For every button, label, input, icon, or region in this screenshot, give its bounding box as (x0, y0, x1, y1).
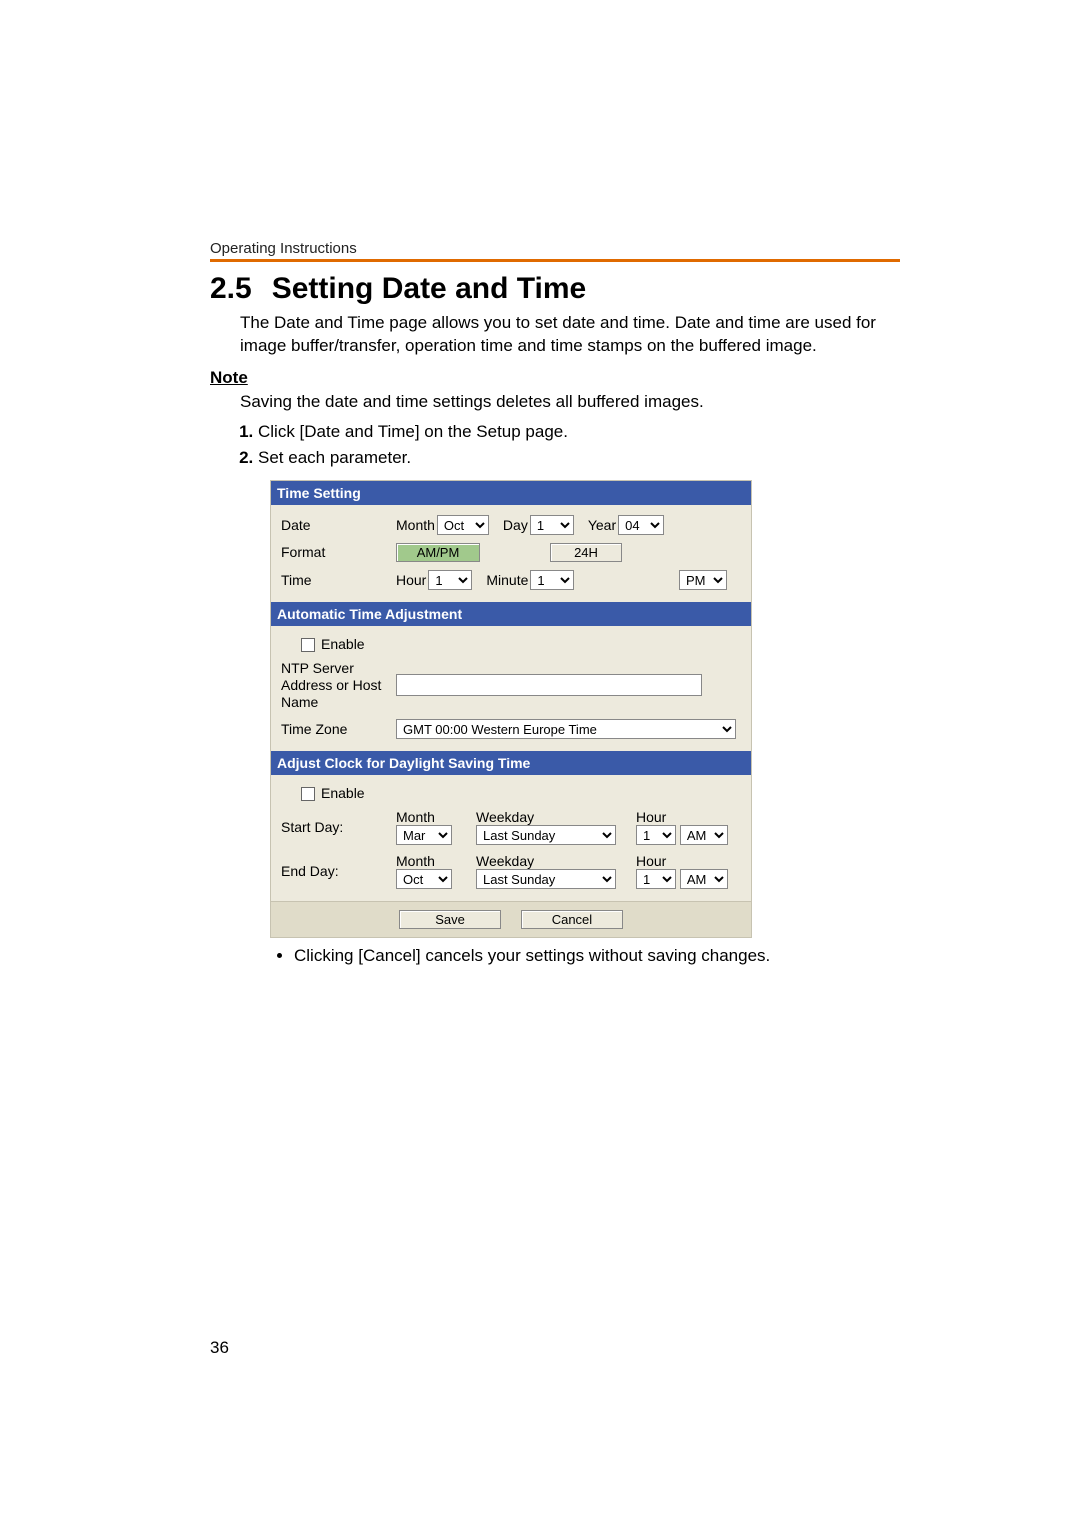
timezone-label: Time Zone (281, 721, 396, 737)
dst-content: Enable Start Day: Month Mar Weekday Last… (271, 775, 751, 901)
hour-label: Hour (396, 572, 426, 588)
time-row: Time Hour 1 Minute 1 PM (281, 566, 741, 594)
format-label: Format (281, 544, 396, 560)
ampm-button[interactable]: AM/PM (396, 543, 480, 562)
end-day-row: End Day: Month Oct Weekday Last Sunday H… (281, 849, 741, 893)
month-label: Month (396, 517, 435, 533)
end-hour-select[interactable]: 1 (636, 869, 676, 889)
ntp-input[interactable] (396, 674, 702, 696)
dialog-footer: Save Cancel (271, 901, 751, 937)
auto-time-header: Automatic Time Adjustment (271, 602, 751, 626)
timezone-select[interactable]: GMT 00:00 Western Europe Time (396, 719, 736, 739)
end-hour-header: Hour (636, 853, 756, 869)
save-button[interactable]: Save (399, 910, 501, 929)
step-1: Click [Date and Time] on the Setup page. (258, 422, 900, 442)
start-day-label: Start Day: (281, 819, 396, 835)
dst-enable-label: Enable (321, 785, 365, 801)
page: Operating Instructions 2.5 Setting Date a… (0, 0, 1080, 1528)
auto-enable-checkbox[interactable] (301, 638, 315, 652)
post-notes: Clicking [Cancel] cancels your settings … (282, 946, 900, 966)
dst-enable-row: Enable (281, 781, 741, 805)
end-month-header: Month (396, 853, 466, 869)
end-weekday-select[interactable]: Last Sunday (476, 869, 616, 889)
page-number: 36 (210, 1338, 229, 1358)
step-2: Set each parameter. (258, 448, 900, 468)
section-title-text: Setting Date and Time (272, 272, 587, 305)
ampm-select[interactable]: PM (679, 570, 727, 590)
month-select[interactable]: Oct (437, 515, 489, 535)
hour-select[interactable]: 1 (428, 570, 472, 590)
start-ampm-select[interactable]: AM (680, 825, 728, 845)
intro-paragraph: The Date and Time page allows you to set… (240, 312, 900, 358)
start-weekday-select[interactable]: Last Sunday (476, 825, 616, 845)
minute-select[interactable]: 1 (530, 570, 574, 590)
steps-list: Click [Date and Time] on the Setup page.… (240, 422, 900, 468)
dst-enable-field: Enable (281, 785, 416, 801)
year-label: Year (588, 517, 616, 533)
ntp-row: NTP Server Address or Host Name (281, 656, 741, 714)
time-setting-header: Time Setting (271, 481, 751, 505)
day-label: Day (503, 517, 528, 533)
start-month-select[interactable]: Mar (396, 825, 452, 845)
timezone-row: Time Zone GMT 00:00 Western Europe Time (281, 715, 741, 743)
note-label: Note (210, 368, 900, 388)
year-select[interactable]: 04 (618, 515, 664, 535)
note-text: Saving the date and time settings delete… (240, 392, 900, 412)
start-hour-header: Hour (636, 809, 756, 825)
date-label: Date (281, 517, 396, 533)
date-row: Date Month Oct Day 1 Year 04 (281, 511, 741, 539)
start-hour-select[interactable]: 1 (636, 825, 676, 845)
start-month-header: Month (396, 809, 466, 825)
post-note-cancel: Clicking [Cancel] cancels your settings … (294, 946, 900, 966)
minute-label: Minute (486, 572, 528, 588)
auto-time-content: Enable NTP Server Address or Host Name T… (271, 626, 751, 751)
end-ampm-select[interactable]: AM (680, 869, 728, 889)
24h-button[interactable]: 24H (550, 543, 622, 562)
ntp-label: NTP Server Address or Host Name (281, 660, 396, 710)
start-day-row: Start Day: Month Mar Weekday Last Sunday… (281, 805, 741, 849)
section-number: 2.5 (210, 272, 252, 305)
dst-header: Adjust Clock for Daylight Saving Time (271, 751, 751, 775)
end-weekday-header: Weekday (476, 853, 626, 869)
end-month-select[interactable]: Oct (396, 869, 452, 889)
header-rule (210, 259, 900, 262)
day-select[interactable]: 1 (530, 515, 574, 535)
start-weekday-header: Weekday (476, 809, 626, 825)
auto-enable-field: Enable (281, 636, 416, 652)
format-row: Format AM/PM 24H (281, 539, 741, 566)
auto-enable-row: Enable (281, 632, 741, 656)
running-header: Operating Instructions (210, 240, 900, 257)
time-setting-dialog: Time Setting Date Month Oct Day 1 Year 0… (270, 480, 752, 938)
auto-enable-label: Enable (321, 636, 365, 652)
dst-enable-checkbox[interactable] (301, 787, 315, 801)
end-day-label: End Day: (281, 863, 396, 879)
cancel-button[interactable]: Cancel (521, 910, 623, 929)
time-setting-content: Date Month Oct Day 1 Year 04 Format AM/P… (271, 505, 751, 602)
page-title: 2.5 Setting Date and Time (210, 272, 900, 306)
time-label: Time (281, 572, 396, 588)
